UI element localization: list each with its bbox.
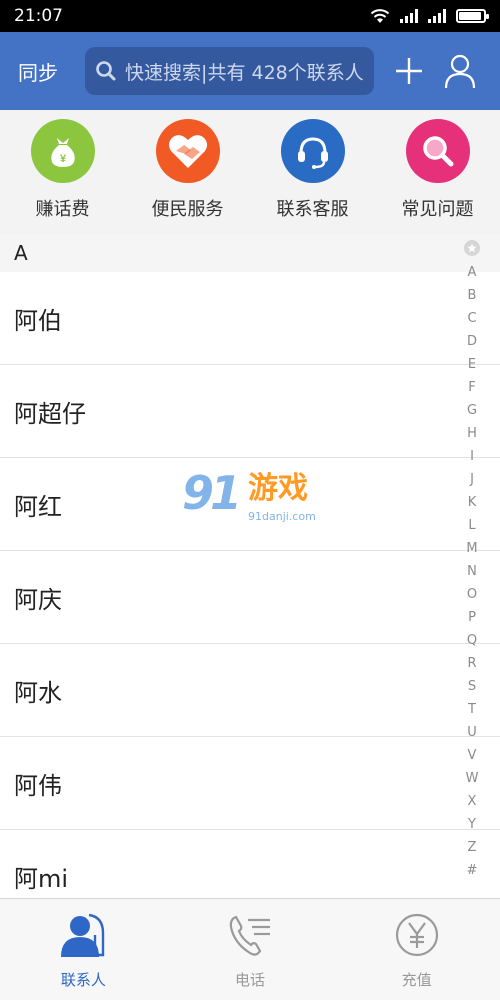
contact-item[interactable]: 阿红 — [0, 458, 500, 551]
tab-label: 联系人 — [60, 971, 106, 989]
alpha-letter[interactable]: D — [467, 330, 477, 353]
quick-label: 联系客服 — [276, 199, 349, 220]
magnifier-icon — [405, 119, 470, 183]
alpha-letter[interactable]: H — [467, 422, 477, 445]
signal-icon — [400, 9, 418, 23]
quick-label: 赚话费 — [35, 199, 90, 220]
alpha-letter[interactable]: S — [468, 675, 476, 698]
alphabet-index[interactable]: A B C D E F G H I J K L M N O P Q R S T U V W X Y Z # — [462, 240, 482, 882]
headset-icon — [280, 119, 345, 183]
alpha-letter[interactable]: Y — [468, 813, 476, 836]
user-icon — [445, 54, 476, 89]
money-bag-icon: ¥ — [30, 119, 95, 183]
sync-button[interactable]: 同步 — [18, 57, 73, 86]
search-input[interactable]: 快速搜索|共有 428个联系人 — [85, 47, 374, 95]
tab-label: 充值 — [401, 971, 432, 989]
tab-contacts[interactable]: 联系人 — [0, 899, 167, 1000]
quick-item-earn-credit[interactable]: ¥ 赚话费 — [0, 110, 125, 234]
search-icon — [96, 61, 116, 81]
alpha-letter[interactable]: Q — [467, 629, 477, 652]
alpha-letter[interactable]: O — [467, 583, 477, 606]
app-header: 同步 快速搜索|共有 428个联系人 — [0, 32, 500, 110]
contact-item[interactable]: 阿超仔 — [0, 365, 500, 458]
alpha-letter[interactable]: E — [468, 353, 476, 376]
status-bar: 21:07 — [0, 0, 500, 32]
alpha-letter[interactable]: N — [467, 560, 477, 583]
profile-button[interactable] — [435, 45, 486, 97]
contact-item[interactable]: 阿庆 — [0, 551, 500, 644]
alpha-letter[interactable]: I — [470, 445, 474, 468]
alpha-letter[interactable]: C — [467, 307, 476, 330]
bottom-tab-bar: 联系人 电话 充值 — [0, 898, 500, 1000]
alpha-letter[interactable]: P — [468, 606, 476, 629]
alpha-letter[interactable]: U — [467, 721, 477, 744]
quick-actions: ¥ 赚话费 便民服务 联系客服 常见问题 — [0, 110, 500, 234]
yuan-icon — [391, 909, 443, 961]
alpha-letter[interactable]: R — [467, 652, 476, 675]
alpha-letter[interactable]: G — [467, 399, 477, 422]
plus-icon — [396, 58, 423, 84]
alpha-letter[interactable]: A — [468, 261, 477, 284]
wifi-icon — [370, 9, 390, 23]
tab-label: 电话 — [235, 971, 266, 989]
tab-phone[interactable]: 电话 — [167, 899, 334, 1000]
contact-item[interactable]: 阿mi — [0, 830, 500, 898]
svg-text:¥: ¥ — [59, 153, 66, 165]
signal-icon-2 — [428, 9, 446, 23]
alpha-letter[interactable]: L — [468, 514, 475, 537]
status-time: 21:07 — [14, 6, 63, 26]
battery-icon — [456, 9, 489, 23]
handshake-heart-icon — [155, 119, 220, 183]
quick-label: 便民服务 — [151, 199, 224, 220]
alpha-letter[interactable]: V — [468, 744, 477, 767]
alpha-letter[interactable]: X — [468, 790, 477, 813]
contact-list[interactable]: A 阿伯 阿超仔 阿红 阿庆 阿水 阿伟 阿mi — [0, 234, 500, 898]
add-contact-button[interactable] — [384, 45, 435, 97]
status-icons — [370, 8, 489, 24]
alpha-letter[interactable]: K — [468, 491, 477, 514]
contact-item[interactable]: 阿水 — [0, 644, 500, 737]
quick-label: 常见问题 — [401, 199, 474, 220]
contact-item[interactable]: 阿伟 — [0, 737, 500, 830]
search-placeholder: 快速搜索|共有 428个联系人 — [125, 61, 364, 84]
star-icon[interactable] — [464, 240, 480, 256]
alpha-letter[interactable]: J — [470, 468, 474, 491]
quick-item-services[interactable]: 便民服务 — [125, 110, 250, 234]
tab-recharge[interactable]: 充值 — [333, 899, 500, 1000]
alpha-letter[interactable]: M — [466, 537, 477, 560]
quick-item-customer-service[interactable]: 联系客服 — [250, 110, 375, 234]
phone-icon — [224, 909, 276, 961]
alpha-letter[interactable]: # — [467, 859, 478, 882]
alpha-letter[interactable]: T — [468, 698, 476, 721]
alpha-letter[interactable]: W — [466, 767, 479, 790]
contact-item[interactable]: 阿伯 — [0, 272, 500, 365]
quick-item-faq[interactable]: 常见问题 — [375, 110, 500, 234]
contacts-icon — [57, 909, 109, 961]
alpha-letter[interactable]: F — [468, 376, 475, 399]
section-header: A — [0, 234, 500, 272]
alpha-letter[interactable]: B — [468, 284, 477, 307]
alpha-letter[interactable]: Z — [468, 836, 477, 859]
